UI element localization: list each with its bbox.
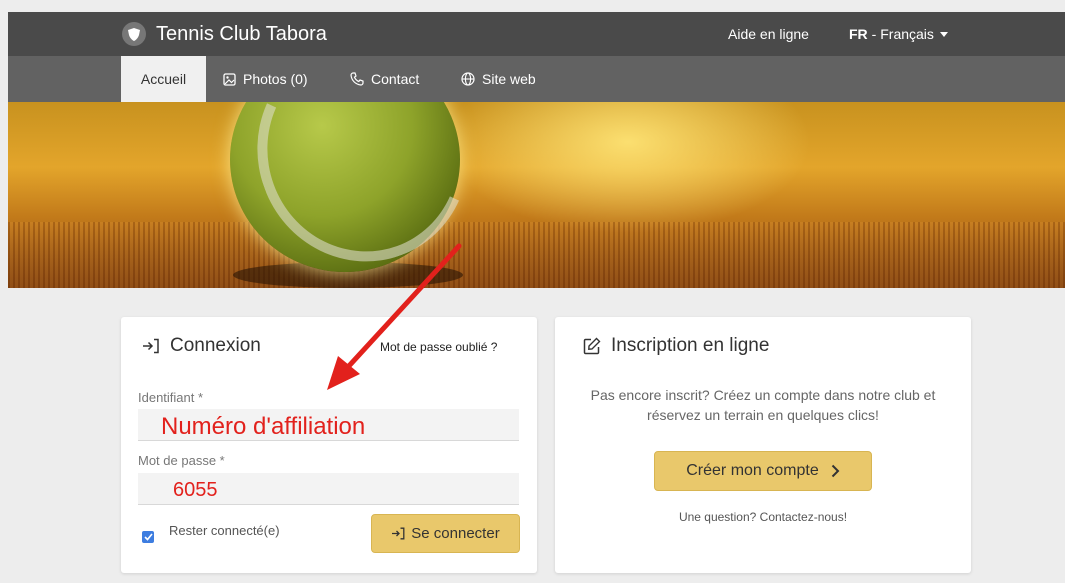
sign-in-icon	[142, 338, 160, 354]
app-frame: Tennis Club Tabora Aide en ligne FR - Fr…	[8, 12, 1065, 583]
login-card: Connexion Mot de passe oublié ? Identifi…	[121, 317, 537, 573]
contact-link[interactable]: Une question? Contactez-nous!	[555, 510, 971, 524]
tab-label: Accueil	[140, 71, 187, 87]
caret-down-icon	[939, 31, 948, 37]
tab-label: Contact	[371, 71, 420, 87]
language-selector[interactable]: FR - Français	[849, 12, 948, 56]
help-link[interactable]: Aide en ligne	[728, 12, 809, 56]
signup-card: Inscription en ligne Pas encore inscrit?…	[555, 317, 971, 573]
sign-in-icon	[391, 527, 405, 540]
tab-accueil[interactable]: Accueil	[121, 56, 206, 102]
signup-title: Inscription en ligne	[583, 335, 769, 357]
remember-label: Rester connecté(e)	[169, 523, 280, 538]
phone-icon	[350, 72, 364, 86]
username-label: Identifiant *	[138, 390, 204, 405]
tab-contact[interactable]: Contact	[350, 56, 419, 102]
create-account-button[interactable]: Créer mon compte	[654, 451, 872, 491]
globe-icon	[461, 72, 475, 86]
username-value: Numéro d'affiliation	[161, 413, 366, 440]
hero-banner-tennis-ball	[8, 102, 1065, 288]
tab-label: Site web	[482, 71, 536, 87]
top-bar: Tennis Club Tabora Aide en ligne FR - Fr…	[8, 12, 1065, 56]
club-title: Tennis Club Tabora	[156, 22, 327, 45]
login-title: Connexion	[142, 335, 261, 357]
shield-icon	[122, 22, 146, 46]
chevron-right-icon	[831, 464, 840, 478]
password-label: Mot de passe *	[138, 453, 225, 468]
nav-bar: Accueil Photos (0) Contact Site web	[8, 56, 1065, 102]
tab-label: Photos (0)	[243, 71, 308, 87]
brand[interactable]: Tennis Club Tabora	[122, 12, 327, 56]
forgot-password-link[interactable]: Mot de passe oublié ?	[380, 340, 497, 354]
tab-site-web[interactable]: Site web	[461, 56, 536, 102]
tab-photos[interactable]: Photos (0)	[223, 56, 308, 102]
language-name: - Français	[871, 26, 934, 42]
remember-checkbox[interactable]	[142, 531, 154, 543]
login-button[interactable]: Se connecter	[371, 514, 520, 553]
image-icon	[223, 72, 236, 86]
edit-icon	[583, 337, 601, 355]
password-value: 6055	[173, 479, 218, 501]
signup-description: Pas encore inscrit? Créez un compte dans…	[590, 387, 936, 423]
language-code: FR	[849, 26, 868, 42]
